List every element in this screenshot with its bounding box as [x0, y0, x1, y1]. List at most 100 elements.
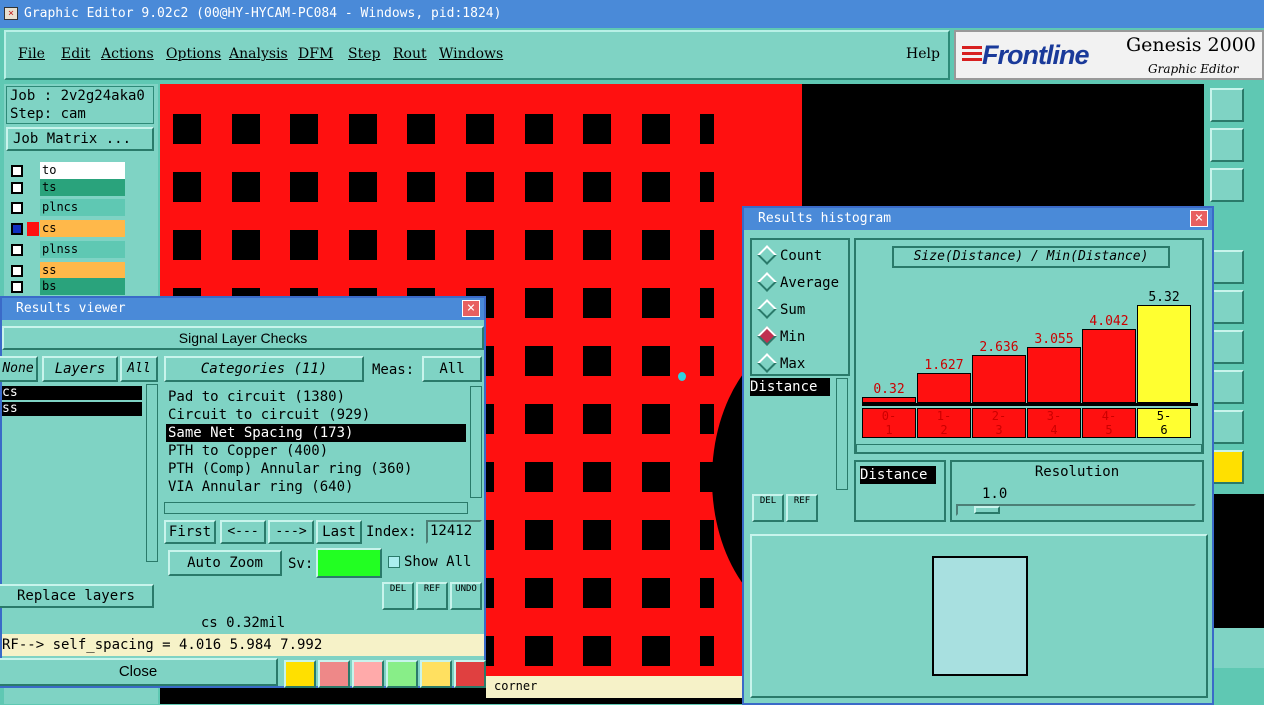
tool-pointer-icon[interactable] — [1210, 450, 1244, 484]
layers-scrollbar[interactable] — [146, 384, 158, 562]
categories-list[interactable]: Pad to circuit (1380) Circuit to circuit… — [166, 388, 466, 498]
ref-icon[interactable]: REF — [416, 582, 448, 610]
menu-dfm[interactable]: DFM — [298, 46, 333, 62]
radio-selected-icon[interactable] — [757, 326, 777, 346]
none-button[interactable]: None — [0, 356, 38, 382]
close-button[interactable]: Close — [0, 658, 278, 686]
layer-row-plncs[interactable]: plncs — [8, 199, 128, 217]
layers-button[interactable]: Layers — [42, 356, 118, 382]
layer-checkbox[interactable] — [11, 244, 23, 256]
layer-icon[interactable] — [318, 660, 350, 688]
list-item[interactable]: Circuit to circuit (929) — [166, 406, 466, 424]
report-icon[interactable] — [284, 660, 316, 688]
histogram-icon[interactable] — [454, 660, 486, 688]
list-item-selected[interactable]: Distance — [860, 466, 936, 484]
delete-layer-icon[interactable] — [352, 660, 384, 688]
layer-name[interactable]: ss — [40, 262, 125, 279]
tool-connect-icon[interactable] — [1210, 290, 1244, 324]
list-item[interactable]: cs — [2, 386, 142, 400]
layer-checkbox[interactable] — [11, 281, 23, 293]
layer-name[interactable]: cs — [40, 220, 125, 237]
del-icon[interactable]: DEL — [752, 494, 784, 522]
distance-list[interactable]: Distance — [854, 460, 946, 522]
layer-row-to[interactable]: to — [8, 162, 128, 180]
layer-name[interactable]: to — [40, 162, 125, 179]
field-list[interactable]: Distance — [750, 378, 830, 490]
sv-color-dropdown[interactable] — [316, 548, 382, 578]
menu-help[interactable]: Help — [906, 46, 940, 62]
field-scrollbar[interactable] — [836, 378, 848, 490]
ref-icon[interactable]: REF — [786, 494, 818, 522]
option-count[interactable]: Count — [752, 245, 852, 268]
menu-actions[interactable]: Actions — [101, 46, 154, 62]
categories-button[interactable]: Categories (11) — [164, 356, 364, 382]
menu-rout[interactable]: Rout — [393, 46, 427, 62]
menu-windows[interactable]: Windows — [439, 46, 503, 62]
del-icon[interactable]: DEL — [382, 582, 414, 610]
layer-row-plnss[interactable]: plnss — [8, 241, 128, 259]
radio-icon[interactable] — [757, 272, 777, 292]
menu-edit[interactable]: Edit — [61, 46, 90, 62]
menu-step[interactable]: Step — [348, 46, 380, 62]
option-average[interactable]: Average — [752, 272, 852, 295]
list-item-selected[interactable]: Distance — [750, 378, 830, 396]
undo-icon[interactable]: UNDO — [450, 582, 482, 610]
close-icon[interactable]: × — [462, 300, 480, 317]
show-all-checkbox[interactable] — [388, 556, 400, 568]
chart-scrollbar[interactable] — [856, 444, 1202, 454]
calendar-icon[interactable] — [386, 660, 418, 688]
layer-name[interactable]: bs — [40, 278, 125, 295]
layer-row-ts[interactable]: ts — [8, 179, 128, 197]
tool-zoom-fit-icon[interactable] — [1210, 168, 1244, 202]
tool-open-icon[interactable] — [1210, 88, 1244, 122]
radio-icon[interactable] — [757, 245, 777, 265]
menu-options[interactable]: Options — [166, 46, 221, 62]
layer-row-bs[interactable]: bs — [8, 278, 128, 296]
categories-scrollbar[interactable] — [470, 386, 482, 498]
layer-row-cs[interactable]: cs — [8, 220, 128, 238]
horizontal-scrollbar[interactable] — [164, 502, 468, 514]
all-layers-button[interactable]: All — [120, 356, 158, 382]
menu-analysis[interactable]: Analysis — [229, 46, 288, 62]
tool-line-icon[interactable] — [1210, 330, 1244, 364]
notes-icon[interactable] — [420, 660, 452, 688]
list-item[interactable]: VIA Annular ring (640) — [166, 478, 466, 496]
list-item[interactable]: PTH to Copper (400) — [166, 442, 466, 460]
list-item-selected[interactable]: Same Net Spacing (173) — [166, 424, 466, 442]
layer-result-list[interactable]: cs ss — [2, 386, 142, 558]
next-button[interactable]: ---> — [268, 520, 314, 544]
list-item[interactable]: ss — [2, 402, 142, 416]
last-button[interactable]: Last — [316, 520, 362, 544]
layer-name[interactable]: plncs — [40, 199, 125, 216]
list-item[interactable]: PTH (Comp) Annular ring (360) — [166, 460, 466, 478]
radio-icon[interactable] — [757, 299, 777, 319]
app-icon[interactable]: × — [4, 7, 18, 20]
tool-arc-icon[interactable] — [1210, 370, 1244, 404]
layer-name[interactable]: plnss — [40, 241, 125, 258]
radio-icon[interactable] — [757, 353, 777, 373]
first-button[interactable]: First — [164, 520, 216, 544]
layer-checkbox[interactable] — [11, 165, 23, 177]
tool-move-icon[interactable] — [1210, 128, 1244, 162]
prev-button[interactable]: <--- — [220, 520, 266, 544]
layer-name[interactable]: ts — [40, 179, 125, 196]
layer-checkbox[interactable] — [11, 223, 23, 235]
replace-layers-dropdown[interactable]: Replace layers — [0, 584, 154, 608]
auto-zoom-dropdown[interactable]: Auto Zoom — [168, 550, 282, 576]
index-field[interactable]: 12412 — [426, 520, 482, 544]
job-matrix-button[interactable]: Job Matrix ... — [6, 127, 154, 151]
layer-checkbox[interactable] — [11, 265, 23, 277]
tool-triangle-icon[interactable] — [1210, 410, 1244, 444]
layer-checkbox[interactable] — [11, 182, 23, 194]
meas-dropdown[interactable]: All — [422, 356, 482, 382]
option-min[interactable]: Min — [752, 326, 852, 349]
list-item[interactable]: Pad to circuit (1380) — [166, 388, 466, 406]
close-icon[interactable]: × — [1190, 210, 1208, 227]
resolution-slider[interactable] — [956, 504, 1196, 516]
menu-file[interactable]: File — [18, 46, 45, 62]
layer-checkbox[interactable] — [11, 202, 23, 214]
option-sum[interactable]: Sum — [752, 299, 852, 322]
tool-snap-icon[interactable] — [1210, 250, 1244, 284]
option-max[interactable]: Max — [752, 353, 852, 376]
slider-handle[interactable] — [974, 506, 1000, 514]
